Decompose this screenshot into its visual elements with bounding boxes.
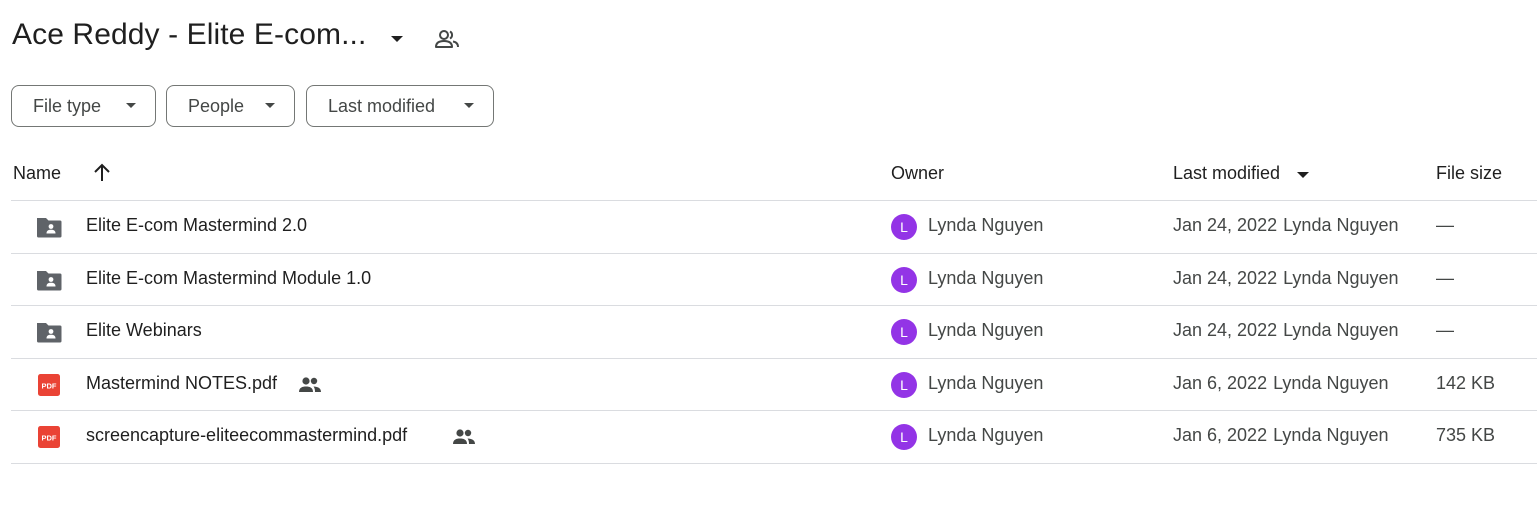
- owner-avatar: L: [891, 214, 917, 240]
- last-modified-cell: Jan 24, 2022 Lynda Nguyen: [1173, 215, 1399, 236]
- owner-avatar: L: [891, 371, 917, 398]
- chip-label: Last modified: [328, 95, 436, 116]
- owner-name: Lynda Nguyen: [928, 372, 1044, 393]
- folder-title[interactable]: Ace Reddy - Elite E-com...: [12, 18, 366, 52]
- svg-text:PDF: PDF: [42, 434, 57, 443]
- last-modified-cell: Jan 6, 2022 Lynda Nguyen: [1173, 425, 1389, 446]
- modified-by: Lynda Nguyen: [1283, 215, 1399, 235]
- file-row[interactable]: PDF Mastermind NOTES.pdf L Lynda Nguyen Jan …: [11, 357, 1537, 411]
- owner-avatar: L: [891, 424, 917, 450]
- file-size: —: [1436, 320, 1454, 340]
- file-list: Elite E-com Mastermind 2.0 L Lynda Nguyen J…: [11, 200, 1537, 464]
- last-modified-cell: Jan 24, 2022 Lynda Nguyen: [1173, 320, 1399, 341]
- caret-down-icon[interactable]: [1296, 170, 1310, 180]
- folder-header: Ace Reddy - Elite E-com...: [0, 0, 1537, 78]
- owner-name: Lynda Nguyen: [928, 425, 1044, 445]
- people-filter-chip[interactable]: People: [166, 85, 295, 127]
- file-type-filter-chip[interactable]: File type: [11, 85, 156, 127]
- file-size: 142 KB: [1436, 372, 1496, 393]
- file-row[interactable]: PDF screencapture-eliteecommastermind.pdf…: [11, 410, 1537, 464]
- file-size: —: [1436, 267, 1454, 288]
- file-name[interactable]: Elite Webinars: [86, 320, 202, 341]
- file-name[interactable]: Elite E-com Mastermind Module 1.0: [86, 268, 371, 289]
- modified-by: Lynda Nguyen: [1273, 425, 1389, 445]
- file-row[interactable]: Elite E-com Mastermind Module 1.0 L Lynda …: [11, 252, 1537, 306]
- people-outline-icon[interactable]: [434, 27, 460, 51]
- shared-folder-icon: [36, 268, 62, 292]
- file-size: 735 KB: [1436, 425, 1496, 445]
- column-header-last-modified[interactable]: Last modified: [1173, 163, 1280, 184]
- file-row[interactable]: Elite Webinars L Lynda Nguyen Jan 24, 2022 L…: [11, 305, 1537, 358]
- file-name[interactable]: Elite E-com Mastermind 2.0: [86, 215, 307, 236]
- caret-down-icon: [126, 103, 136, 108]
- chip-label: File type: [33, 95, 102, 116]
- owner-name: Lynda Nguyen: [928, 215, 1044, 235]
- column-header-file-size: File size: [1436, 163, 1503, 183]
- file-size: —: [1436, 215, 1454, 235]
- pdf-icon: PDF: [36, 425, 62, 449]
- column-header-owner: Owner: [891, 163, 945, 183]
- modified-date: Jan 24, 2022: [1173, 267, 1278, 288]
- modified-date: Jan 24, 2022: [1173, 320, 1278, 340]
- last-modified-filter-chip[interactable]: Last modified: [306, 85, 494, 127]
- modified-date: Jan 6, 2022: [1173, 372, 1268, 393]
- svg-text:PDF: PDF: [42, 381, 57, 390]
- modified-by: Lynda Nguyen: [1283, 267, 1399, 288]
- caret-down-icon: [464, 103, 474, 108]
- modified-by: Lynda Nguyen: [1283, 320, 1399, 340]
- shared-folder-icon: [36, 320, 62, 344]
- caret-down-icon: [265, 103, 275, 108]
- modified-date: Jan 6, 2022: [1173, 425, 1268, 445]
- chip-label: People: [188, 95, 245, 116]
- shared-people-icon: [298, 376, 322, 394]
- pdf-icon: PDF: [36, 373, 62, 397]
- last-modified-cell: Jan 24, 2022 Lynda Nguyen: [1173, 268, 1399, 289]
- file-name[interactable]: screencapture-eliteecommastermind.pdf: [86, 425, 407, 446]
- last-modified-cell: Jan 6, 2022 Lynda Nguyen: [1173, 373, 1389, 394]
- caret-down-icon[interactable]: [388, 30, 406, 48]
- owner-name: Lynda Nguyen: [928, 320, 1044, 340]
- file-row[interactable]: Elite E-com Mastermind 2.0 L Lynda Nguyen J…: [11, 200, 1537, 253]
- owner-avatar: L: [891, 319, 917, 345]
- owner-avatar: L: [891, 266, 917, 293]
- modified-by: Lynda Nguyen: [1273, 372, 1389, 393]
- modified-date: Jan 24, 2022: [1173, 215, 1278, 235]
- arrow-up-icon[interactable]: [92, 162, 112, 184]
- list-header: Name Owner Last modified File size: [0, 148, 1537, 200]
- shared-people-icon: [452, 428, 476, 446]
- owner-name: Lynda Nguyen: [928, 267, 1044, 288]
- shared-folder-icon: [36, 215, 62, 239]
- column-header-name[interactable]: Name: [13, 163, 61, 184]
- file-name[interactable]: Mastermind NOTES.pdf: [86, 373, 277, 394]
